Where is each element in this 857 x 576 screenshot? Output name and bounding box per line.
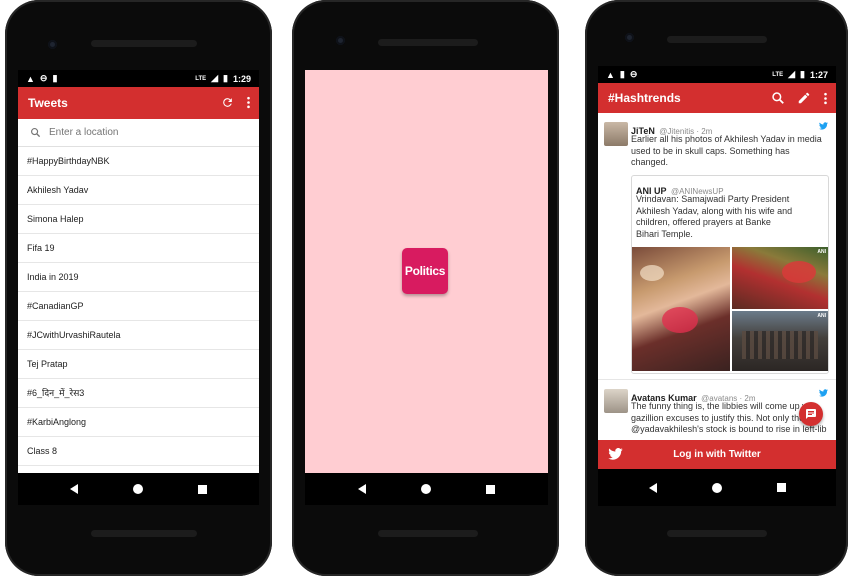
bottom-speaker	[378, 530, 478, 537]
more-vert-icon[interactable]	[823, 92, 828, 105]
phone-frame-1: ▲ ⊖ ▮ LTE ◢ ▮ 1:29 Tweets Enter a locati…	[5, 0, 272, 576]
home-icon[interactable]	[711, 482, 722, 493]
trend-item[interactable]: #KarbiAnglong	[18, 408, 259, 437]
navigation-bar	[305, 473, 548, 505]
battery-icon: ▮	[223, 73, 228, 83]
sd-card-icon: ▮	[52, 73, 58, 83]
twitter-bird-icon	[819, 122, 828, 130]
location-search[interactable]	[18, 119, 259, 147]
trend-item[interactable]: Class 8	[18, 437, 259, 466]
page-title: Tweets	[28, 96, 68, 110]
signal-icon: ◢	[788, 69, 796, 79]
app-bar: Tweets	[18, 87, 259, 119]
search-icon[interactable]	[771, 91, 785, 105]
trend-item[interactable]: #HappyBirthdayNBK	[18, 147, 259, 176]
clock: 1:29	[232, 73, 251, 84]
tweet-photo-2[interactable]: ANI	[732, 247, 828, 309]
recents-icon[interactable]	[486, 484, 495, 494]
earpiece-speaker	[378, 39, 478, 46]
front-camera	[625, 33, 634, 42]
photo-watermark: ANI	[817, 249, 826, 255]
search-icon	[30, 127, 41, 138]
politics-logo: Politics	[402, 248, 448, 294]
trend-item[interactable]: Simona Halep	[18, 205, 259, 234]
bottom-speaker	[667, 530, 767, 537]
back-icon[interactable]	[648, 482, 657, 493]
twitter-bird-icon	[819, 389, 828, 397]
signal-label: LTE	[195, 75, 207, 82]
screen-tweets: ▲ ⊖ ▮ LTE ◢ ▮ 1:29 Tweets Enter a locati…	[18, 70, 259, 505]
compose-icon[interactable]	[797, 91, 811, 105]
phone-frame-3: ▲ ▮ ⊖ LTE ◢ ▮ 1:27 #Hashtrends JiTeN @Ji…	[585, 0, 848, 576]
status-bar: ▲ ⊖ ▮ LTE ◢ ▮ 1:29	[18, 70, 259, 87]
no-disturb-icon: ⊖	[39, 73, 48, 83]
login-label: Log in with Twitter	[673, 449, 761, 460]
warning-icon: ▲	[26, 73, 35, 84]
status-bar: ▲ ▮ ⊖ LTE ◢ ▮ 1:27	[598, 66, 836, 83]
more-vert-icon[interactable]	[246, 96, 251, 109]
chat-icon	[806, 409, 816, 419]
signal-label: LTE	[772, 71, 784, 78]
front-camera	[48, 40, 57, 49]
refresh-icon[interactable]	[221, 96, 234, 109]
quoted-tweet[interactable]: ANI UP @ANINewsUP Vrindavan: Samajwadi P…	[631, 175, 829, 374]
home-icon[interactable]	[133, 484, 143, 494]
signal-icon: ◢	[211, 73, 219, 83]
quoted-text: Vrindavan: Samajwadi Party President Akh…	[636, 194, 793, 239]
no-disturb-icon: ⊖	[629, 69, 638, 79]
app-bar: #Hashtrends	[598, 83, 836, 113]
warning-icon: ▲	[606, 69, 615, 80]
tweet-card[interactable]: JiTeN @Jitenitis · 2m Earlier all his ph…	[598, 113, 836, 380]
tweet-text: Earlier all his photos of Akhilesh Yadav…	[631, 134, 822, 167]
back-icon[interactable]	[358, 484, 366, 494]
bottom-speaker	[91, 530, 197, 537]
home-icon[interactable]	[421, 484, 431, 494]
trend-item[interactable]: India in 2019	[18, 263, 259, 292]
twitter-bird-icon	[608, 448, 623, 460]
screen-hashtrends: ▲ ▮ ⊖ LTE ◢ ▮ 1:27 #Hashtrends JiTeN @Ji…	[598, 66, 836, 506]
navigation-bar	[598, 469, 836, 506]
reply-fab[interactable]	[799, 402, 823, 426]
photo-watermark: ANI	[817, 313, 826, 319]
front-camera	[336, 36, 345, 45]
trend-item[interactable]: #CanadianGP	[18, 292, 259, 321]
tweet-photo-3[interactable]: ANI	[732, 311, 828, 371]
login-with-twitter-button[interactable]: Log in with Twitter	[598, 440, 836, 469]
trend-item[interactable]: #JCwithUrvashiRautela	[18, 321, 259, 350]
recents-icon[interactable]	[776, 483, 786, 492]
trend-item[interactable]: Akhilesh Yadav	[18, 176, 259, 205]
tweet-photo-1[interactable]	[632, 247, 730, 371]
avatar	[604, 122, 628, 146]
phone-frame-2: Politics	[292, 0, 559, 576]
trend-item[interactable]: Fifa 19	[18, 234, 259, 263]
earpiece-speaker	[91, 40, 197, 47]
avatar	[604, 389, 628, 413]
earpiece-speaker	[667, 36, 767, 43]
trend-item[interactable]: Tej Pratap	[18, 350, 259, 379]
page-title: #Hashtrends	[608, 91, 681, 105]
clock: 1:27	[809, 69, 828, 80]
back-icon[interactable]	[70, 484, 78, 494]
sd-card-icon: ▮	[619, 69, 625, 79]
trend-item[interactable]: #6_दिन_में_रेस3	[18, 379, 259, 408]
battery-icon: ▮	[800, 69, 805, 79]
trend-list: #HappyBirthdayNBK Akhilesh Yadav Simona Ha…	[18, 147, 259, 466]
navigation-bar	[18, 473, 259, 505]
logo-text: Politics	[404, 264, 446, 278]
search-input[interactable]	[49, 127, 209, 138]
recents-icon[interactable]	[198, 484, 207, 494]
splash-screen: Politics	[305, 70, 548, 473]
